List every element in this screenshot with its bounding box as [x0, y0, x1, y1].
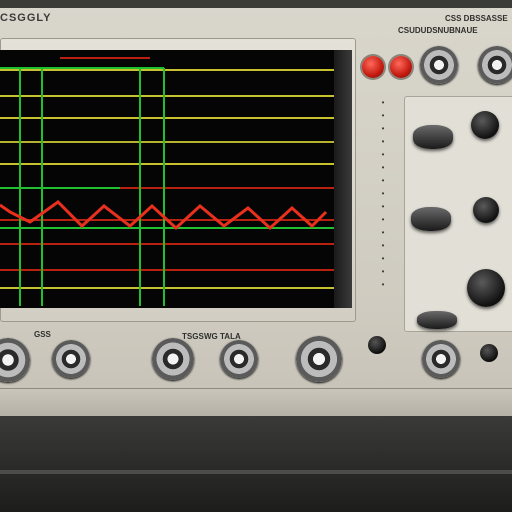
- bnc-connector-icon[interactable]: [296, 336, 342, 382]
- waveform-display: [0, 57, 334, 306]
- led-indicator-icon: [362, 56, 384, 78]
- screen-edge: [334, 50, 352, 308]
- brand-label: CSGGLY: [0, 12, 52, 24]
- control-panel: [404, 96, 512, 332]
- bnc-connector-icon[interactable]: [0, 338, 30, 382]
- knob-icon[interactable]: [417, 311, 457, 329]
- push-button[interactable]: [480, 344, 498, 362]
- base-stripe: [0, 470, 512, 474]
- bnc-connector-icon[interactable]: [478, 46, 512, 84]
- knob-icon[interactable]: [471, 111, 499, 139]
- lower-trim: [0, 388, 512, 417]
- connector-label: TSGS: [182, 332, 204, 341]
- bnc-connector-icon[interactable]: [420, 46, 458, 84]
- knob-icon[interactable]: [473, 197, 499, 223]
- knob-icon[interactable]: [411, 207, 451, 231]
- knob-icon[interactable]: [467, 269, 505, 307]
- model-sub-label: CSUDUDSNUBNAUE: [398, 26, 478, 35]
- top-trim: [0, 0, 512, 8]
- bnc-connector-icon[interactable]: [220, 340, 258, 378]
- bnc-connector-icon[interactable]: [422, 340, 460, 378]
- oscilloscope-front-panel: CSGGLY CSS DBSSASSE CSUDUDSNUBNAUE • • •…: [0, 0, 512, 512]
- graticule-horizontal: [0, 69, 334, 289]
- scale-markings: • • • • • • • • • • • • • • •: [381, 98, 385, 289]
- push-button[interactable]: [368, 336, 386, 354]
- model-label: CSS DBSSASSE: [445, 14, 508, 23]
- knob-icon[interactable]: [413, 125, 453, 149]
- bnc-connector-icon[interactable]: [52, 340, 90, 378]
- connector-label: GSS: [34, 330, 51, 339]
- connector-label: WG TALA: [204, 332, 241, 341]
- led-indicator-icon: [390, 56, 412, 78]
- oscilloscope-screen: [0, 50, 334, 308]
- instrument-base: [0, 416, 512, 512]
- bnc-connector-icon[interactable]: [152, 338, 194, 380]
